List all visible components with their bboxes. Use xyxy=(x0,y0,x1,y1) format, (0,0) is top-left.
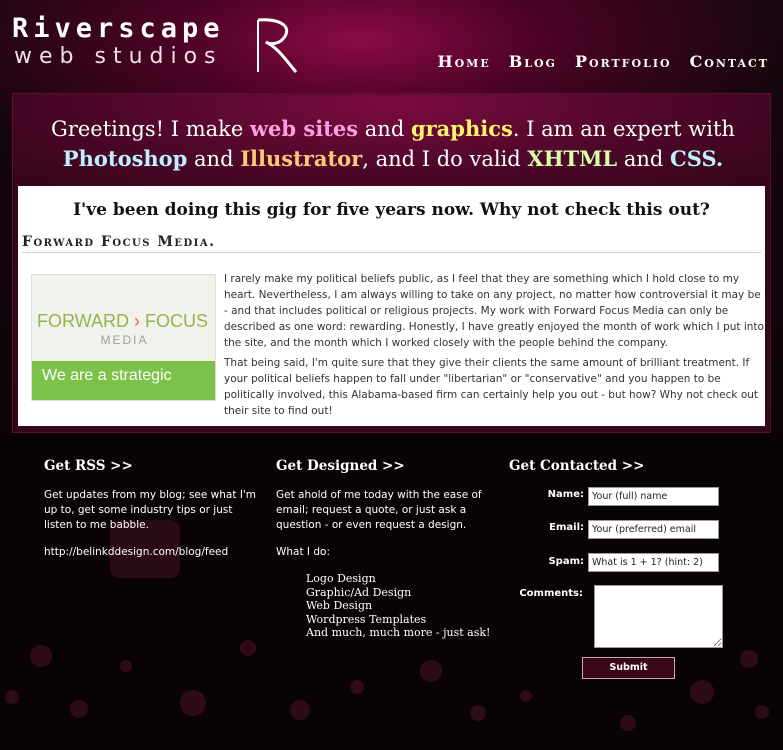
hero-text-part: . I am an expert with xyxy=(512,117,735,141)
main-nav: Home Blog Portfolio Contact xyxy=(437,52,769,71)
email-field[interactable] xyxy=(588,520,719,539)
thumb-brand-right: FOCUS xyxy=(145,311,209,331)
name-label: Name: xyxy=(547,489,584,500)
feature-heading: I've been doing this gig for five years … xyxy=(73,200,710,220)
name-field[interactable] xyxy=(588,487,719,506)
logo-name-top: Riverscape xyxy=(12,13,225,44)
hero-highlight-photoshop: Photoshop xyxy=(62,146,188,171)
thumb-arrow-icon: › xyxy=(134,311,141,331)
thumb-tagline: We are a strategic xyxy=(32,361,215,400)
services-list: Logo Design Graphic/Ad Design Web Design… xyxy=(306,572,491,640)
logo-r-icon xyxy=(257,18,298,73)
hero-highlight-illustrator: Illustrator xyxy=(240,146,363,171)
hero-highlight-graphics: graphics xyxy=(410,116,513,141)
hero-panel: Greetings! I make web sites and graphics… xyxy=(12,93,771,433)
designed-description: Get ahold of me today with the ease of e… xyxy=(276,489,482,531)
footer-designed-column: Get Designed >> Get ahold of me today wi… xyxy=(276,458,491,640)
service-item: Logo Design xyxy=(306,572,376,585)
rss-feed-link[interactable]: http://belinkddesign.com/blog/feed xyxy=(44,545,259,560)
spam-field[interactable] xyxy=(588,553,719,572)
hero-text-part: and xyxy=(358,117,411,141)
feature-section-title[interactable]: Forward Focus Media. xyxy=(22,234,761,253)
footer-contact-column: Get Contacted >> xyxy=(509,458,769,474)
rss-description: Get updates from my blog; see what I'm u… xyxy=(44,489,257,531)
service-item: And much, much more - just ask! xyxy=(306,626,491,639)
what-i-do-label: What I do: xyxy=(276,546,330,558)
spam-label: Spam: xyxy=(548,556,584,567)
service-item: Wordpress Templates xyxy=(306,612,427,626)
hero-highlight-xhtml: XHTML xyxy=(527,146,618,171)
thumb-brand-text: FORWARD › FOCUS xyxy=(37,311,215,332)
thumb-brand-sub: MEDIA xyxy=(100,333,149,347)
hero-text-part: and xyxy=(187,147,241,171)
comments-textarea[interactable] xyxy=(594,585,723,648)
designed-title[interactable]: Get Designed >> xyxy=(276,458,491,474)
email-label: Email: xyxy=(549,522,584,533)
rss-title[interactable]: Get RSS >> xyxy=(44,458,259,474)
hero-greeting: Greetings! I make web sites and graphics… xyxy=(33,114,753,174)
service-item: Graphic/Ad Design xyxy=(306,585,412,599)
hero-highlight-web-sites: web sites xyxy=(249,116,359,141)
thumb-brand-left: FORWARD xyxy=(37,311,129,331)
nav-portfolio-link[interactable]: Portfolio xyxy=(575,52,672,71)
feature-paragraph-2: That being said, I'm quite sure that the… xyxy=(224,357,759,417)
hero-text-part: Greetings! I make xyxy=(51,117,250,141)
hero-text-part: , and I do valid xyxy=(362,147,528,171)
logo-name-bottom: web studios xyxy=(14,44,223,69)
nav-home-link[interactable]: Home xyxy=(437,52,490,71)
service-item: Web Design xyxy=(306,599,373,612)
contacted-title[interactable]: Get Contacted >> xyxy=(509,458,769,474)
footer-rss-column: Get RSS >> Get updates from my blog; see… xyxy=(44,458,259,560)
portfolio-feature-box: I've been doing this gig for five years … xyxy=(18,186,765,426)
comments-label: Comments: xyxy=(519,588,583,599)
nav-blog-link[interactable]: Blog xyxy=(509,52,557,71)
hero-highlight-css: CSS. xyxy=(670,146,724,171)
hero-text-part: and xyxy=(617,147,671,171)
feature-paragraph-1: I rarely make my political beliefs publi… xyxy=(224,273,764,349)
forward-focus-thumbnail[interactable]: FORWARD › FOCUS MEDIA We are a strategic xyxy=(31,274,216,401)
nav-contact-link[interactable]: Contact xyxy=(690,52,769,71)
site-logo[interactable]: Riverscape web studios xyxy=(12,13,298,74)
submit-button[interactable]: Submit xyxy=(582,657,675,679)
